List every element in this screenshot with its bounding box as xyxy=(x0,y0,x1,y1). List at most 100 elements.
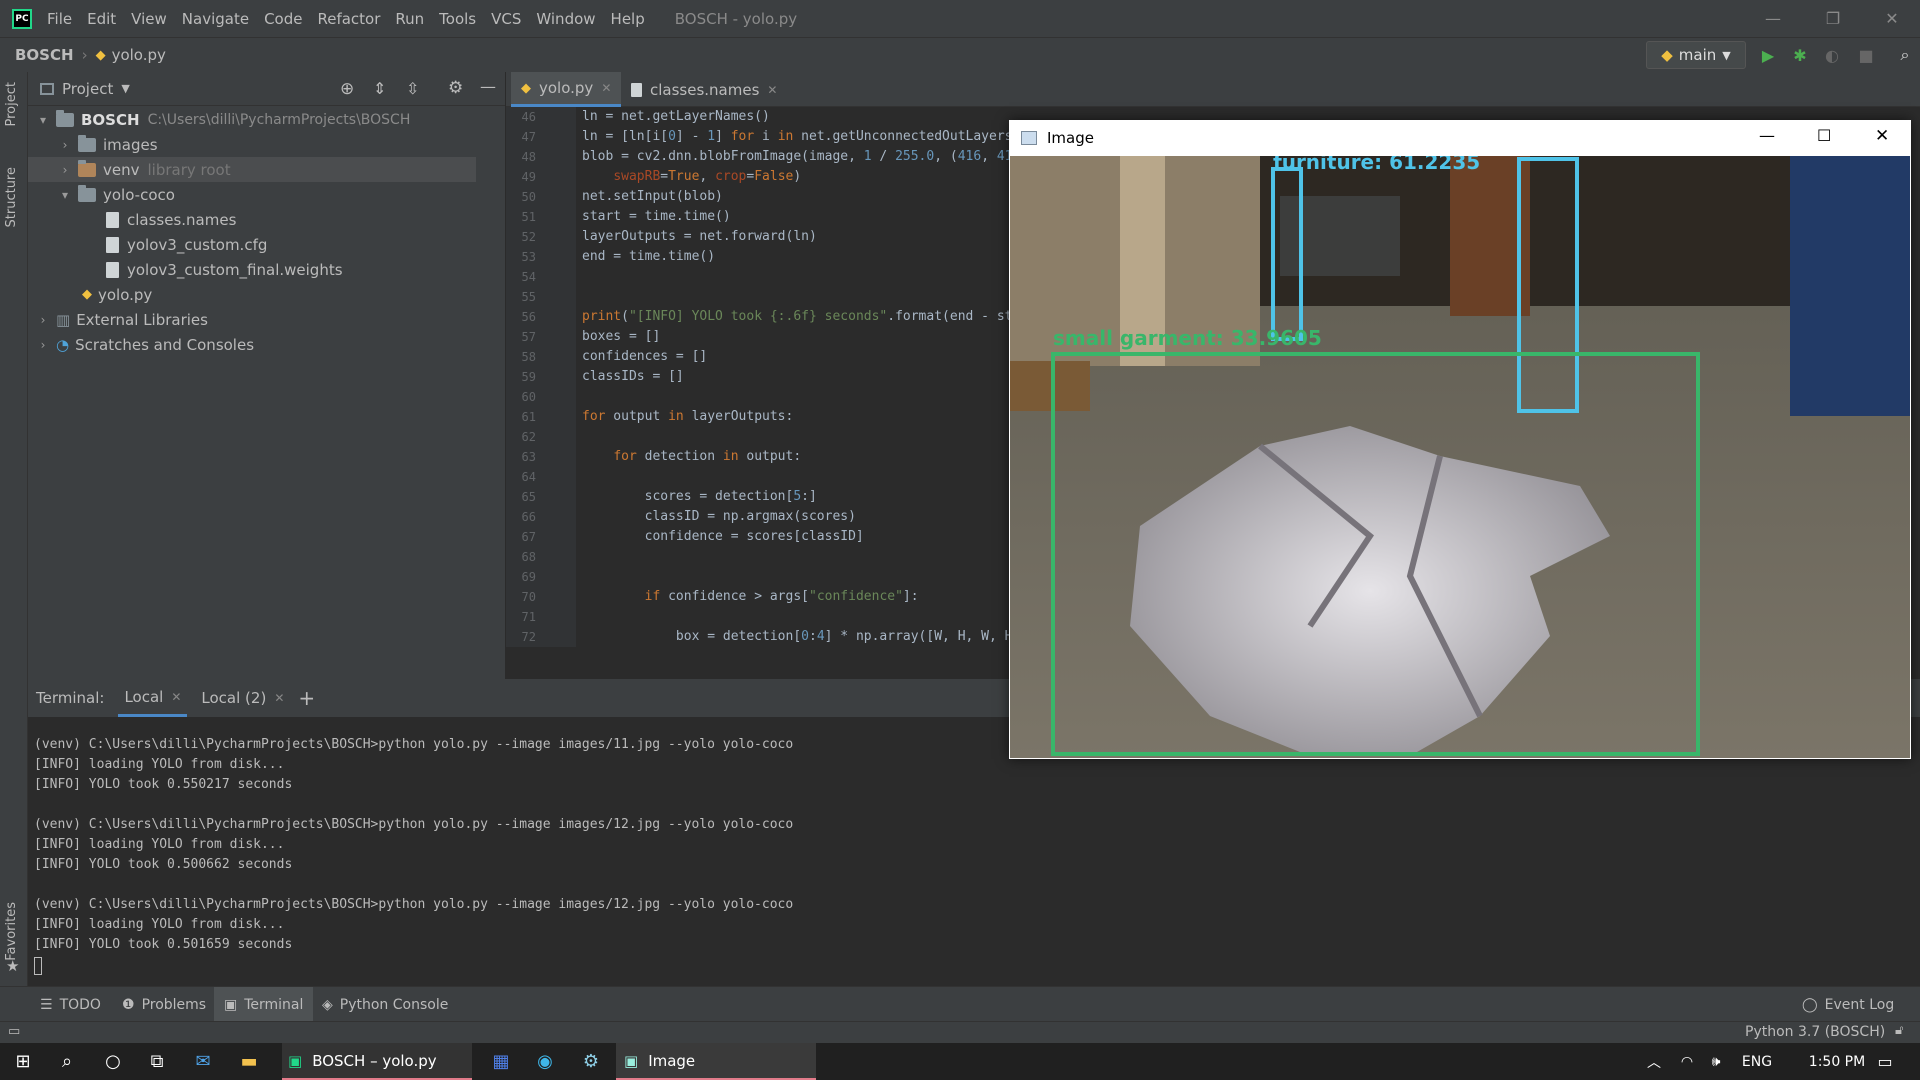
search-icon[interactable]: ⌕ xyxy=(52,1043,82,1080)
project-view-selector[interactable]: Project xyxy=(62,80,113,98)
tree-item-external-libraries[interactable]: › ▥ External Libraries xyxy=(36,307,208,332)
menu-run[interactable]: Run xyxy=(395,10,424,28)
task-view-icon[interactable]: ⧉ xyxy=(142,1043,172,1080)
maximize-icon[interactable]: ☐ xyxy=(1817,126,1831,145)
menu-help[interactable]: Help xyxy=(611,10,645,28)
menu-tools[interactable]: Tools xyxy=(439,10,476,28)
tree-item-weights[interactable]: yolov3_custom_final.weights xyxy=(106,257,343,282)
add-terminal-icon[interactable]: + xyxy=(298,679,315,717)
interpreter-status[interactable]: Python 3.7 (BOSCH) xyxy=(1745,1024,1885,1040)
file-explorer-icon[interactable]: ▬ xyxy=(234,1043,264,1080)
chevron-right-icon: › xyxy=(62,162,68,177)
info-icon: ❶ xyxy=(122,996,135,1013)
close-icon[interactable]: ✕ xyxy=(1875,126,1889,146)
code-line: ln = net.getLayerNames() xyxy=(582,109,770,124)
close-icon[interactable]: ✕ xyxy=(601,81,611,95)
menu-refactor[interactable]: Refactor xyxy=(317,10,380,28)
tree-item-scratches[interactable]: › ◔ Scratches and Consoles xyxy=(36,332,254,357)
image-window[interactable]: Image — ☐ ✕ furniture: 61.2235 small gar… xyxy=(1009,120,1911,759)
tree-item-cfg[interactable]: yolov3_custom.cfg xyxy=(106,232,267,257)
tree-item-images[interactable]: › images xyxy=(58,132,158,157)
terminal-tab-local-2[interactable]: Local (2) ✕ xyxy=(201,679,284,717)
run-icon[interactable]: ▶ xyxy=(1758,45,1778,65)
locate-icon[interactable]: ⊕ xyxy=(340,79,354,99)
close-icon[interactable]: ✕ xyxy=(1864,0,1920,37)
chevron-up-icon[interactable]: ︿ xyxy=(1643,1043,1665,1080)
tab-todo[interactable]: ☰ TODO xyxy=(40,987,101,1022)
taskbar-pycharm[interactable]: ▣ BOSCH – yolo.py xyxy=(282,1043,472,1080)
taskbar-image-window[interactable]: ▣ Image xyxy=(616,1043,816,1080)
minimize-icon[interactable]: — xyxy=(1759,126,1775,145)
breadcrumb-project[interactable]: BOSCH xyxy=(15,46,74,64)
menu-vcs[interactable]: VCS xyxy=(491,10,521,28)
wifi-icon[interactable]: ◠ xyxy=(1676,1043,1698,1080)
tab-python-console[interactable]: ◈ Python Console xyxy=(322,987,448,1022)
detection-label-garment: small garment: 33.9605 xyxy=(1053,326,1322,350)
structure-tool-tab[interactable]: Structure xyxy=(4,167,19,227)
windows-start-icon[interactable]: ⊞ xyxy=(8,1043,38,1080)
menu-window[interactable]: Window xyxy=(536,10,595,28)
tree-item-yolo-py[interactable]: ◆ yolo.py xyxy=(82,282,152,307)
volume-icon[interactable]: 🕪︎ xyxy=(1705,1043,1727,1080)
run-config-dropdown[interactable]: ◆ main ▼ xyxy=(1646,41,1746,69)
tree-item-venv[interactable]: › venv library root xyxy=(28,157,476,182)
tree-item-label: yolo-coco xyxy=(103,185,175,204)
python-icon[interactable]: ⚙ xyxy=(576,1043,606,1080)
debug-icon[interactable]: ✱ xyxy=(1790,45,1810,65)
line-number: 52 xyxy=(521,230,536,244)
mail-icon[interactable]: ✉ xyxy=(188,1043,218,1080)
tab-classes-names[interactable]: classes.names ✕ xyxy=(621,72,787,107)
chevron-right-icon: › xyxy=(40,337,46,352)
search-icon[interactable]: ⌕ xyxy=(1895,45,1915,65)
tree-item-label: venv xyxy=(103,160,140,179)
event-log-button[interactable]: ◯ Event Log xyxy=(1802,987,1894,1022)
collapse-all-icon[interactable]: ⇳ xyxy=(406,79,419,98)
expand-all-icon[interactable]: ⇕ xyxy=(373,79,386,98)
code-line: confidences = [] xyxy=(582,349,708,364)
menu-code[interactable]: Code xyxy=(264,10,302,28)
cortana-icon[interactable]: ○ xyxy=(98,1043,128,1080)
tab-label: Problems xyxy=(141,996,207,1013)
close-icon[interactable]: ✕ xyxy=(767,83,777,97)
menu-file[interactable]: File xyxy=(47,10,72,28)
menu-view[interactable]: View xyxy=(131,10,167,28)
calculator-icon[interactable]: ▦ xyxy=(486,1043,516,1080)
tree-item-yolo-coco[interactable]: ▾ yolo-coco xyxy=(58,182,175,207)
project-tool-tab[interactable]: Project xyxy=(4,82,19,126)
tree-root-path: C:\Users\dilli\PycharmProjects\BOSCH xyxy=(147,111,411,128)
tab-problems[interactable]: ❶ Problems xyxy=(122,987,206,1022)
coverage-icon[interactable]: ◐ xyxy=(1822,45,1842,65)
windows-taskbar: ⊞ ⌕ ○ ⧉ ✉ ▬ ▣ BOSCH – yolo.py ▦ ◉ ⚙ ▣ Im… xyxy=(0,1043,1920,1080)
tree-item-classes-names[interactable]: classes.names xyxy=(106,207,236,232)
menu-edit[interactable]: Edit xyxy=(87,10,116,28)
close-icon[interactable]: ✕ xyxy=(171,690,181,704)
breadcrumb-file[interactable]: yolo.py xyxy=(112,46,166,64)
folder-icon xyxy=(78,159,96,177)
language-indicator[interactable]: ENG xyxy=(1737,1043,1777,1080)
tab-terminal[interactable]: ▣ Terminal xyxy=(214,987,314,1022)
favorites-tool-tab[interactable]: Favorites xyxy=(4,902,19,961)
clock[interactable]: 1:50 PM xyxy=(1792,1043,1882,1080)
menu-navigate[interactable]: Navigate xyxy=(182,10,249,28)
tab-yolo-py[interactable]: ◆ yolo.py ✕ xyxy=(511,72,622,107)
notifications-icon[interactable]: ▭ xyxy=(1870,1043,1900,1080)
line-number: 62 xyxy=(521,430,536,444)
hide-panel-icon[interactable]: — xyxy=(480,77,496,96)
line-number: 64 xyxy=(521,470,536,484)
chevron-down-icon[interactable]: ▼ xyxy=(121,82,129,95)
editor-tab-bar: ◆ yolo.py ✕ classes.names ✕ xyxy=(506,72,1920,107)
tree-item-hint: library root xyxy=(147,160,231,179)
layout-icon[interactable]: ▭ xyxy=(8,1024,20,1039)
close-icon[interactable]: ✕ xyxy=(274,691,284,705)
tree-root-bosch[interactable]: ▾ BOSCH C:\Users\dilli\PycharmProjects\B… xyxy=(36,107,410,132)
terminal-line: [INFO] loading YOLO from disk... xyxy=(34,917,285,932)
tab-label: yolo.py xyxy=(539,79,594,97)
edge-icon[interactable]: ◉ xyxy=(530,1043,560,1080)
lock-icon[interactable]: 🔓︎ xyxy=(1895,1023,1903,1038)
restore-icon[interactable]: ❐ xyxy=(1805,0,1861,37)
image-window-titlebar[interactable]: Image — ☐ ✕ xyxy=(1009,120,1911,156)
minimize-icon[interactable]: — xyxy=(1745,0,1801,37)
terminal-tab-local[interactable]: Local ✕ xyxy=(118,679,188,717)
stop-icon[interactable]: ■ xyxy=(1856,45,1876,65)
gear-icon[interactable]: ⚙ xyxy=(448,78,463,98)
